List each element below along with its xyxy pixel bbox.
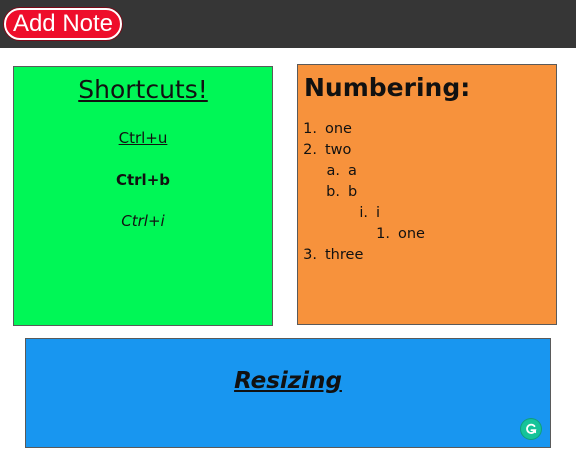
add-note-button[interactable]: Add Note xyxy=(4,8,122,40)
list-marker: 1. xyxy=(376,226,390,242)
list-item: 3. three xyxy=(299,247,363,263)
list-marker: a. xyxy=(326,163,341,179)
list-text: one xyxy=(398,226,425,242)
note-title: Resizing xyxy=(234,368,342,394)
note-shortcuts[interactable]: Shortcuts! Ctrl+u Ctrl+b Ctrl+i xyxy=(13,66,273,326)
list-text: b xyxy=(348,184,358,200)
list-text: two xyxy=(325,142,352,158)
list-text: i xyxy=(376,205,381,221)
list-text: one xyxy=(325,121,352,137)
list-marker: 3. xyxy=(303,247,317,263)
list-text: a xyxy=(348,163,357,179)
list-item: 2. two xyxy=(299,142,351,158)
list-item: a. a xyxy=(322,163,357,179)
list-item: i. i xyxy=(350,205,380,221)
list-item: 1. one xyxy=(299,121,352,137)
note-title: Numbering: xyxy=(304,73,471,102)
list-text: three xyxy=(325,247,364,263)
grammarly-icon[interactable] xyxy=(521,419,541,439)
italic-shortcut-text: Ctrl+i xyxy=(121,212,165,230)
top-toolbar: Add Note xyxy=(0,0,576,48)
underline-shortcut-text: Ctrl+u xyxy=(118,129,168,147)
bold-shortcut-text: Ctrl+b xyxy=(115,171,171,189)
list-marker: i. xyxy=(359,205,368,221)
note-numbering[interactable]: Numbering: 1. one 2. two a. a b. b i. i 1. one… xyxy=(297,64,557,325)
list-marker: 2. xyxy=(303,142,317,158)
list-item: 1. one xyxy=(372,226,425,242)
list-marker: 1. xyxy=(303,121,317,137)
note-title: Shortcuts! xyxy=(78,75,208,104)
note-resizing[interactable]: Resizing xyxy=(25,338,551,448)
list-item: b. b xyxy=(322,184,357,200)
grammarly-glyph xyxy=(526,423,537,434)
list-marker: b. xyxy=(326,184,340,200)
